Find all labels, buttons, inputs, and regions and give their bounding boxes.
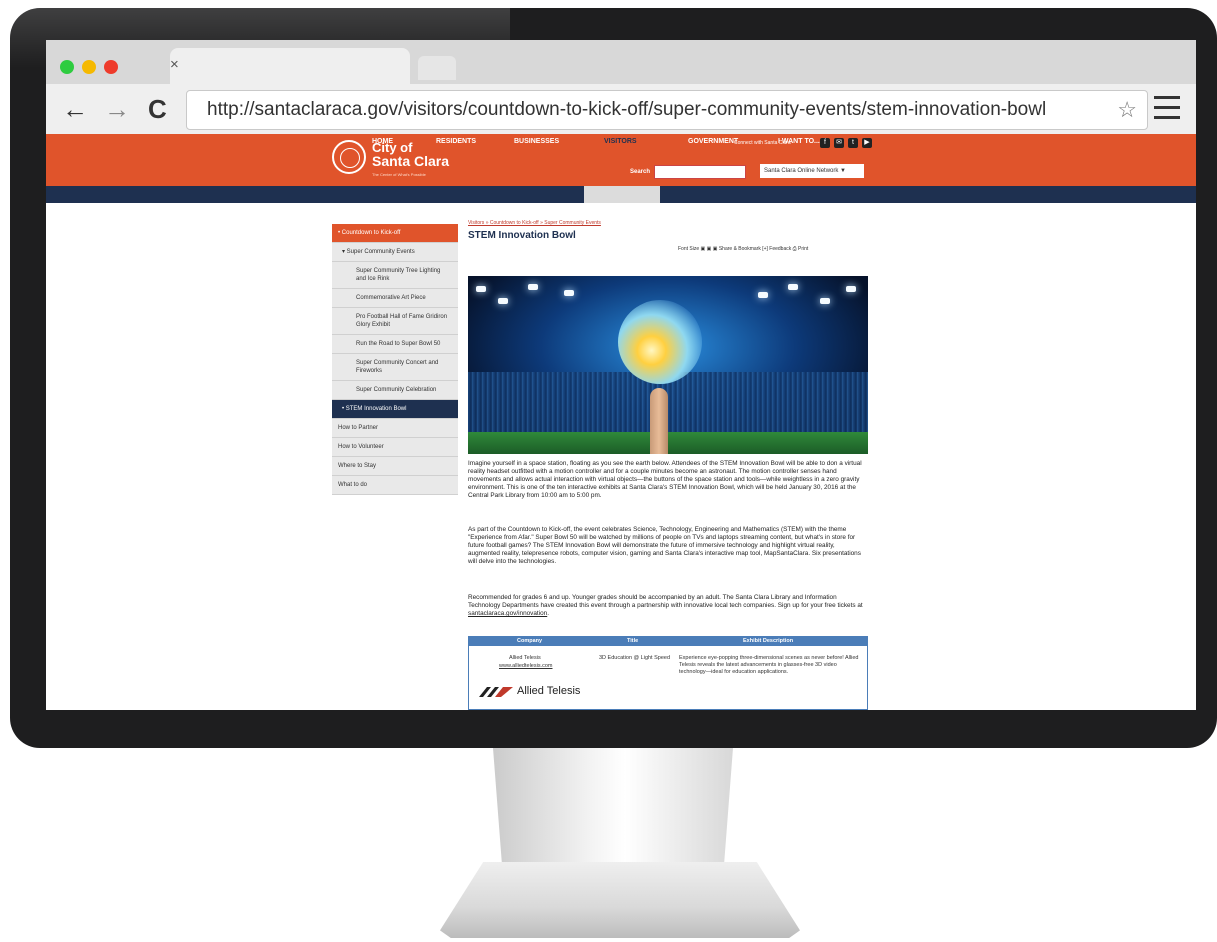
paragraph-3-end: . [547,610,550,617]
sidebar-item-hall-of-fame[interactable]: Pro Football Hall of Fame Gridiron Glory… [332,308,458,335]
network-select[interactable]: Santa Clara Online Network ▼ [760,164,864,178]
column-company: Company [517,638,543,644]
youtube-icon[interactable]: ▶ [862,138,872,148]
email-icon[interactable]: ✉ [834,138,844,148]
nav-home[interactable]: HOME [372,138,393,145]
web-page: City of Santa Clara The Center of What's… [46,134,1196,710]
football-field [468,432,868,454]
page-tools[interactable]: Font Size ▣ ▣ ▣ Share & Bookmark [+] Fee… [678,246,808,252]
browser-toolbar: ← → C http://santaclaraca.gov/visitors/c… [46,84,1196,135]
monitor-stand-base [440,862,800,938]
twitter-icon[interactable]: t [848,138,858,148]
exhibit-title: 3D Education @ Light Speed [599,655,671,661]
sidebar-item-super-community-events[interactable]: ▾ Super Community Events [332,243,458,262]
nav-businesses[interactable]: BUSINESSES [514,138,559,145]
bookmark-star-icon[interactable]: ☆ [1117,97,1137,123]
nav-visitors[interactable]: VISITORS [604,138,637,145]
sidebar-item-celebration[interactable]: Super Community Celebration [332,381,458,400]
sidebar-item-stem-bowl[interactable]: • STEM Innovation Bowl [332,400,458,419]
main-content: Visitors » Countdown to Kick-off » Super… [468,220,868,710]
city-seal-icon[interactable] [332,140,366,174]
stadium-light [788,284,798,290]
raised-arm [650,388,668,454]
sidebar-item-countdown[interactable]: • Countdown to Kick-off [332,224,458,243]
company-name: Allied Telesis [509,655,541,661]
stadium-light [528,284,538,290]
tab-strip: × [46,40,1196,84]
nav-i-want-to[interactable]: I WANT TO... [778,138,820,145]
forward-icon[interactable]: → [104,94,130,124]
sidebar-item-tree-lighting[interactable]: Super Community Tree Lighting and Ice Ri… [332,262,458,289]
sidebar-item-volunteer[interactable]: How to Volunteer [332,438,458,457]
exhibit-description: Experience eye-popping three-dimensional… [679,655,859,675]
stadium-light [846,286,856,292]
sidebar-item-art-piece[interactable]: Commemorative Art Piece [332,289,458,308]
tab-close-icon[interactable]: × [170,56,179,73]
brand-tagline: The Center of What's Possible [372,172,426,177]
page-title: STEM Innovation Bowl [468,230,576,241]
new-tab-button[interactable] [418,56,456,80]
search-input[interactable] [654,165,746,179]
window-zoom-dot[interactable] [104,60,118,74]
column-description: Exhibit Description [743,638,794,644]
allied-telesis-logo-icon [479,687,513,697]
sidebar-item-concert[interactable]: Super Community Concert and Fireworks [332,354,458,381]
stadium-light [498,298,508,304]
search-label: Search [630,169,651,175]
url-text: http://santaclaraca.gov/visitors/countdo… [207,99,1047,120]
address-bar[interactable]: http://santaclaraca.gov/visitors/countdo… [186,90,1148,130]
nav-active-tab [584,186,660,203]
nav-residents[interactable]: RESIDENTS [436,138,476,145]
reload-icon[interactable]: C [148,94,167,124]
stadium-light [476,286,486,292]
sidebar-item-stay[interactable]: Where to Stay [332,457,458,476]
allied-telesis-logo-text: Allied Telesis [517,685,581,697]
table-header-row: Company Title Exhibit Description [469,637,867,646]
exhibit-table: Company Title Exhibit Description Allied… [468,636,868,710]
stadium-light [820,298,830,304]
paragraph-3: Recommended for grades 6 and up. Younger… [468,594,868,618]
sidebar-item-partner[interactable]: How to Partner [332,419,458,438]
facebook-icon[interactable]: f [820,138,830,148]
nav-government[interactable]: GOVERNMENT [688,138,738,145]
browser-tab[interactable] [170,48,410,84]
hero-image [468,276,868,454]
breadcrumb[interactable]: Visitors » Countdown to Kick-off » Super… [468,220,868,228]
sidebar-item-run-the-road[interactable]: Run the Road to Super Bowl 50 [332,335,458,354]
sidebar-item-what-to-do[interactable]: What to do [332,476,458,495]
stadium-light [564,290,574,296]
paragraph-2: As part of the Countdown to Kick-off, th… [468,526,861,565]
back-icon[interactable]: ← [62,94,88,124]
window-minimize-dot[interactable] [82,60,96,74]
stadium-light [758,292,768,298]
window-close-dot[interactable] [60,60,74,74]
column-title: Title [627,638,639,644]
paragraph-3-text: Recommended for grades 6 and up. Younger… [468,594,863,609]
menu-icon[interactable] [1154,96,1180,126]
monitor-stand-neck [493,748,733,878]
paragraph-1: Imagine yourself in a space station, flo… [468,460,862,499]
browser-window: × ← → C http://santaclaraca.gov/visitors… [46,40,1196,710]
innovation-link[interactable]: santaclaraca.gov/innovation [468,610,547,617]
brand-line2[interactable]: Santa Clara [372,153,449,169]
glowing-orb [618,300,702,384]
sidebar-menu: • Countdown to Kick-off ▾ Super Communit… [332,224,458,495]
company-url-link[interactable]: www.alliedtelesis.com [499,663,553,670]
